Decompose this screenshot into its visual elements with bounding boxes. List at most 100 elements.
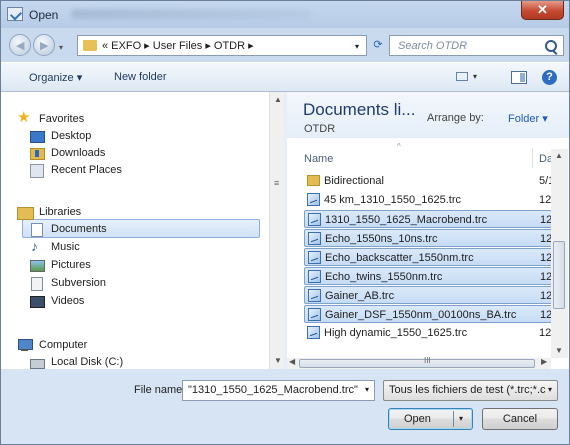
- music-icon: ♪: [31, 238, 38, 255]
- sidebar-item-label: Desktop: [51, 130, 92, 142]
- view-options-dropdown[interactable]: ▾: [473, 72, 477, 81]
- search-icon[interactable]: [545, 40, 557, 52]
- close-button[interactable]: ✕: [521, 1, 564, 20]
- file-row[interactable]: Echo_twins_1550nm.trc 12/: [304, 267, 555, 285]
- sidebar-item-videos[interactable]: Videos: [29, 293, 84, 310]
- sort-indicator-icon: ^: [397, 142, 401, 151]
- scroll-grip-icon: III: [424, 356, 431, 365]
- address-bar[interactable]: « EXFO ▸ User Files ▸ OTDR ▸ ▾: [77, 35, 367, 56]
- search-input[interactable]: Search OTDR: [389, 35, 564, 56]
- file-row[interactable]: Echo_1550ns_10ns.trc 12/: [304, 229, 555, 247]
- computer-icon: [17, 338, 33, 352]
- sidebar-item-documents[interactable]: Documents: [29, 221, 107, 238]
- file-row[interactable]: 45 km_1310_1550_1625.trc 12/: [304, 191, 554, 209]
- file-name-field[interactable]: "1310_1550_1625_Macrobend.trc" ▾: [182, 380, 375, 401]
- scroll-right-icon[interactable]: ▶: [541, 357, 547, 366]
- blurred-background-menu: [71, 9, 311, 19]
- trace-file-icon: [308, 308, 321, 321]
- libraries-group[interactable]: Libraries: [17, 204, 81, 221]
- new-folder-button[interactable]: New folder: [114, 71, 167, 83]
- trace-file-icon: [308, 251, 321, 264]
- change-view-icon[interactable]: [456, 72, 468, 81]
- libraries-label: Libraries: [39, 206, 82, 218]
- file-list-pane: Documents li... OTDR Arrange by: Folder …: [287, 92, 569, 369]
- favorites-group[interactable]: ★ Favorites: [17, 109, 84, 128]
- sidebar-item-label: Pictures: [51, 259, 91, 271]
- file-row[interactable]: Echo_backscatter_1550nm.trc 12/: [304, 248, 555, 266]
- chevron-down-icon[interactable]: ▾: [548, 385, 552, 394]
- sidebar-item-desktop[interactable]: Desktop: [29, 128, 91, 145]
- scroll-grip-icon[interactable]: ≡: [274, 178, 279, 188]
- sidebar-item-subversion[interactable]: Subversion: [29, 275, 106, 292]
- trace-file-icon: [307, 193, 320, 206]
- subversion-icon: [29, 276, 45, 292]
- address-history-dropdown[interactable]: ▾: [355, 42, 359, 51]
- refresh-button[interactable]: ⟳: [369, 36, 387, 55]
- library-header: Documents li... OTDR Arrange by: Folder …: [287, 92, 569, 138]
- file-name: 1310_1550_1625_Macrobend.trc: [325, 214, 488, 226]
- breadcrumb[interactable]: « EXFO ▸ User Files ▸ OTDR ▸: [102, 39, 254, 52]
- pictures-icon: [29, 258, 45, 273]
- scrollbar-thumb[interactable]: [553, 241, 565, 309]
- navigation-bar: ◀ ▶ ▾ « EXFO ▸ User Files ▸ OTDR ▸ ▾ ⟳ S…: [1, 29, 569, 61]
- sidebar-item-label: Local Disk (C:): [51, 356, 124, 368]
- cancel-button[interactable]: Cancel: [482, 408, 558, 430]
- file-row[interactable]: Bidirectional 5/1: [304, 172, 554, 190]
- file-row[interactable]: Gainer_AB.trc 12/: [304, 286, 555, 304]
- documents-icon: [29, 222, 45, 238]
- scroll-up-icon[interactable]: ▲: [555, 151, 563, 160]
- sidebar-item-pictures[interactable]: Pictures: [29, 257, 91, 274]
- organize-button[interactable]: Organize ▾: [29, 71, 82, 84]
- file-list-vertical-scrollbar[interactable]: ▲ ▼: [551, 149, 568, 358]
- file-type-value: Tous les fichiers de test (*.trc;*.c: [389, 384, 546, 396]
- file-name: High dynamic_1550_1625.trc: [324, 327, 468, 339]
- sidebar-item-label: Music: [51, 241, 80, 253]
- open-button[interactable]: Open ▾: [388, 408, 473, 430]
- command-toolbar: Organize ▾ New folder ▾ ?: [1, 62, 569, 92]
- file-row[interactable]: 1310_1550_1625_Macrobend.trc 12/: [304, 210, 555, 228]
- help-icon[interactable]: ?: [542, 70, 557, 85]
- dialog-app-icon: [7, 7, 23, 21]
- computer-group[interactable]: Computer: [17, 337, 87, 354]
- scroll-up-icon[interactable]: ▲: [274, 95, 282, 104]
- sidebar-item-label: Videos: [51, 295, 85, 307]
- sidebar-item-recent-places[interactable]: Recent Places: [29, 162, 122, 179]
- file-type-select[interactable]: Tous les fichiers de test (*.trc;*.c ▾: [383, 380, 558, 401]
- sidebar-item-music[interactable]: ♪ Music: [29, 238, 80, 256]
- trace-file-icon: [307, 326, 320, 339]
- scroll-down-icon[interactable]: ▼: [555, 346, 563, 355]
- back-button[interactable]: ◀: [9, 34, 31, 56]
- split-divider: [453, 411, 454, 427]
- sidebar-item-downloads[interactable]: Downloads: [29, 145, 105, 162]
- scroll-down-icon[interactable]: ▼: [274, 356, 282, 365]
- file-name-label: File name:: [134, 384, 186, 396]
- preview-pane-icon[interactable]: [511, 71, 527, 84]
- scrollbar-thumb[interactable]: III: [299, 356, 535, 368]
- column-divider[interactable]: [532, 148, 533, 168]
- dialog-title: Open: [29, 8, 59, 22]
- folder-icon: [83, 40, 97, 51]
- file-name: Gainer_AB.trc: [325, 290, 395, 302]
- title-bar[interactable]: Open ✕: [1, 1, 569, 28]
- file-list-horizontal-scrollbar[interactable]: ◀ III ▶: [287, 356, 551, 369]
- forward-button[interactable]: ▶: [33, 34, 55, 56]
- downloads-icon: [29, 146, 45, 161]
- library-title: Documents li...: [303, 100, 416, 119]
- file-row[interactable]: High dynamic_1550_1625.trc 12/: [304, 324, 554, 342]
- open-options-dropdown[interactable]: ▾: [459, 409, 463, 429]
- libraries-icon: [17, 205, 34, 221]
- file-row[interactable]: Gainer_DSF_1550nm_00100ns_BA.trc 12/: [304, 305, 555, 323]
- file-name-dropdown[interactable]: ▾: [365, 385, 369, 394]
- arrange-by-dropdown[interactable]: Folder ▾: [508, 112, 548, 125]
- arrange-by-label: Arrange by:: [427, 112, 484, 124]
- trace-file-icon: [308, 289, 321, 302]
- sidebar-item-label: Recent Places: [51, 164, 122, 176]
- file-name-value[interactable]: "1310_1550_1625_Macrobend.trc": [188, 384, 358, 396]
- forward-arrow-icon: ▶: [40, 40, 49, 52]
- scroll-left-icon[interactable]: ◀: [289, 357, 295, 366]
- recent-pages-dropdown[interactable]: ▾: [59, 43, 63, 52]
- file-name: Gainer_DSF_1550nm_00100ns_BA.trc: [325, 309, 517, 321]
- sidebar-item-label: Documents: [51, 223, 107, 235]
- file-name: Bidirectional: [324, 175, 384, 187]
- column-header-name[interactable]: Name: [304, 153, 333, 165]
